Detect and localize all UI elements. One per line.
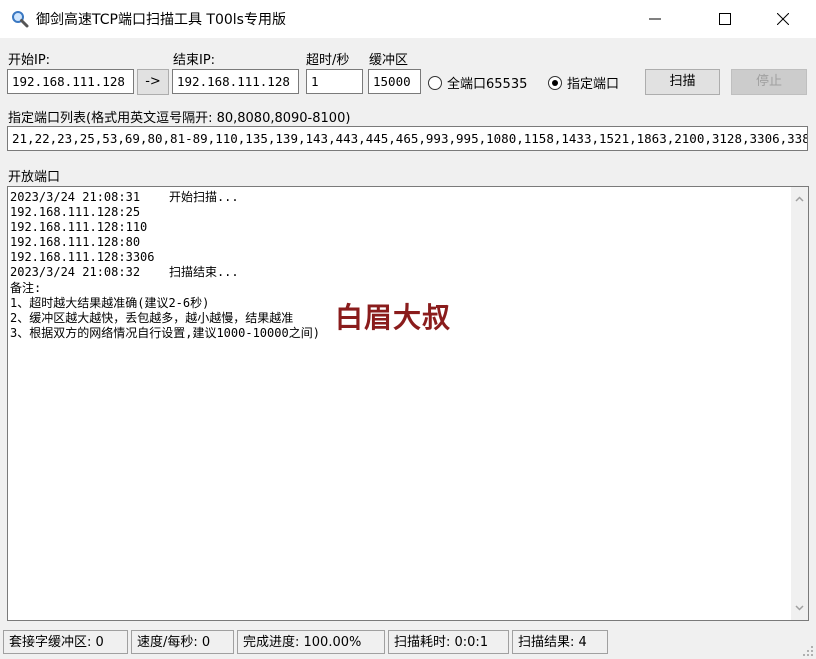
close-button[interactable] (760, 0, 806, 38)
start-ip-input[interactable]: 192.168.111.128 (7, 69, 134, 94)
status-count: 扫描结果: 4 (512, 630, 608, 654)
log-line: 2023/3/24 21:08:32 扫描结束... (10, 265, 239, 280)
log-line: 2023/3/24 21:08:31 开始扫描... (10, 190, 239, 204)
log-line: 3、根据双方的网络情况自行设置,建议1000-10000之间) (10, 325, 320, 340)
buffer-label: 缓冲区 (369, 53, 409, 68)
status-speed: 速度/每秒: 0 (131, 630, 234, 654)
end-ip-label: 结束IP: (173, 53, 216, 68)
radio-all-ports[interactable]: 全端口65535 (428, 73, 527, 92)
log-line: 192.168.111.128:25 (10, 205, 141, 220)
log-line: 1、超时越大结果越准确(建议2-6秒) (10, 295, 210, 310)
minimize-button[interactable] (632, 0, 678, 38)
maximize-button[interactable] (702, 0, 748, 38)
status-bar: 套接字缓冲区: 0 速度/每秒: 0 完成进度: 100.00% 扫描耗时: 0… (0, 627, 816, 659)
magnifier-icon (12, 11, 29, 28)
end-ip-input[interactable]: 192.168.111.128 (172, 69, 299, 94)
title-bar: 御剑高速TCP端口扫描工具 T00ls专用版 (0, 0, 816, 38)
timeout-input[interactable]: 1 (306, 69, 363, 94)
start-ip-label: 开始IP: (8, 53, 51, 68)
scroll-up-icon[interactable] (795, 195, 804, 204)
scan-button[interactable]: 扫描 (645, 69, 720, 95)
watermark: 白眉大叔 (335, 301, 452, 334)
radio-specified-ports-label: 指定端口 (567, 77, 620, 92)
log-line: 192.168.111.128:110 (10, 220, 148, 235)
buffer-input[interactable]: 15000 (368, 69, 421, 94)
log-line: 192.168.111.128:80 (10, 235, 141, 250)
window-title: 御剑高速TCP端口扫描工具 T00ls专用版 (36, 12, 286, 28)
maximize-icon (719, 13, 731, 25)
scroll-down-icon[interactable] (795, 603, 804, 612)
port-list-label: 指定端口列表(格式用英文逗号隔开: 80,8080,8090-8100) (8, 111, 351, 126)
status-elapsed: 扫描耗时: 0:0:1 (388, 630, 509, 654)
radio-unchecked-icon (428, 75, 442, 90)
radio-all-ports-label: 全端口65535 (447, 77, 528, 92)
minimize-icon (649, 18, 661, 20)
radio-checked-icon (548, 75, 562, 90)
log-line: 备注: (10, 280, 42, 295)
log-line: 2、缓冲区越大越快，丢包越多，越小越慢，结果越准 (10, 310, 294, 325)
copy-ip-button[interactable]: -> (137, 69, 169, 95)
timeout-label: 超时/秒 (306, 53, 350, 68)
radio-specified-ports[interactable]: 指定端口 (548, 73, 619, 92)
status-progress: 完成进度: 100.00% (237, 630, 385, 654)
status-buffer: 套接字缓冲区: 0 (3, 630, 128, 654)
close-icon (777, 13, 789, 25)
stop-button[interactable]: 停止 (731, 69, 807, 95)
vertical-scrollbar[interactable] (791, 187, 808, 620)
results-log[interactable]: 2023/3/24 21:08:31 开始扫描... 192.168.111.1… (7, 186, 809, 621)
log-line: 192.168.111.128:3306 (10, 250, 155, 265)
port-list-input[interactable]: 21,22,23,25,53,69,80,81-89,110,135,139,1… (7, 126, 808, 151)
resize-grip-icon[interactable] (800, 643, 814, 657)
open-ports-label: 开放端口 (8, 170, 61, 185)
